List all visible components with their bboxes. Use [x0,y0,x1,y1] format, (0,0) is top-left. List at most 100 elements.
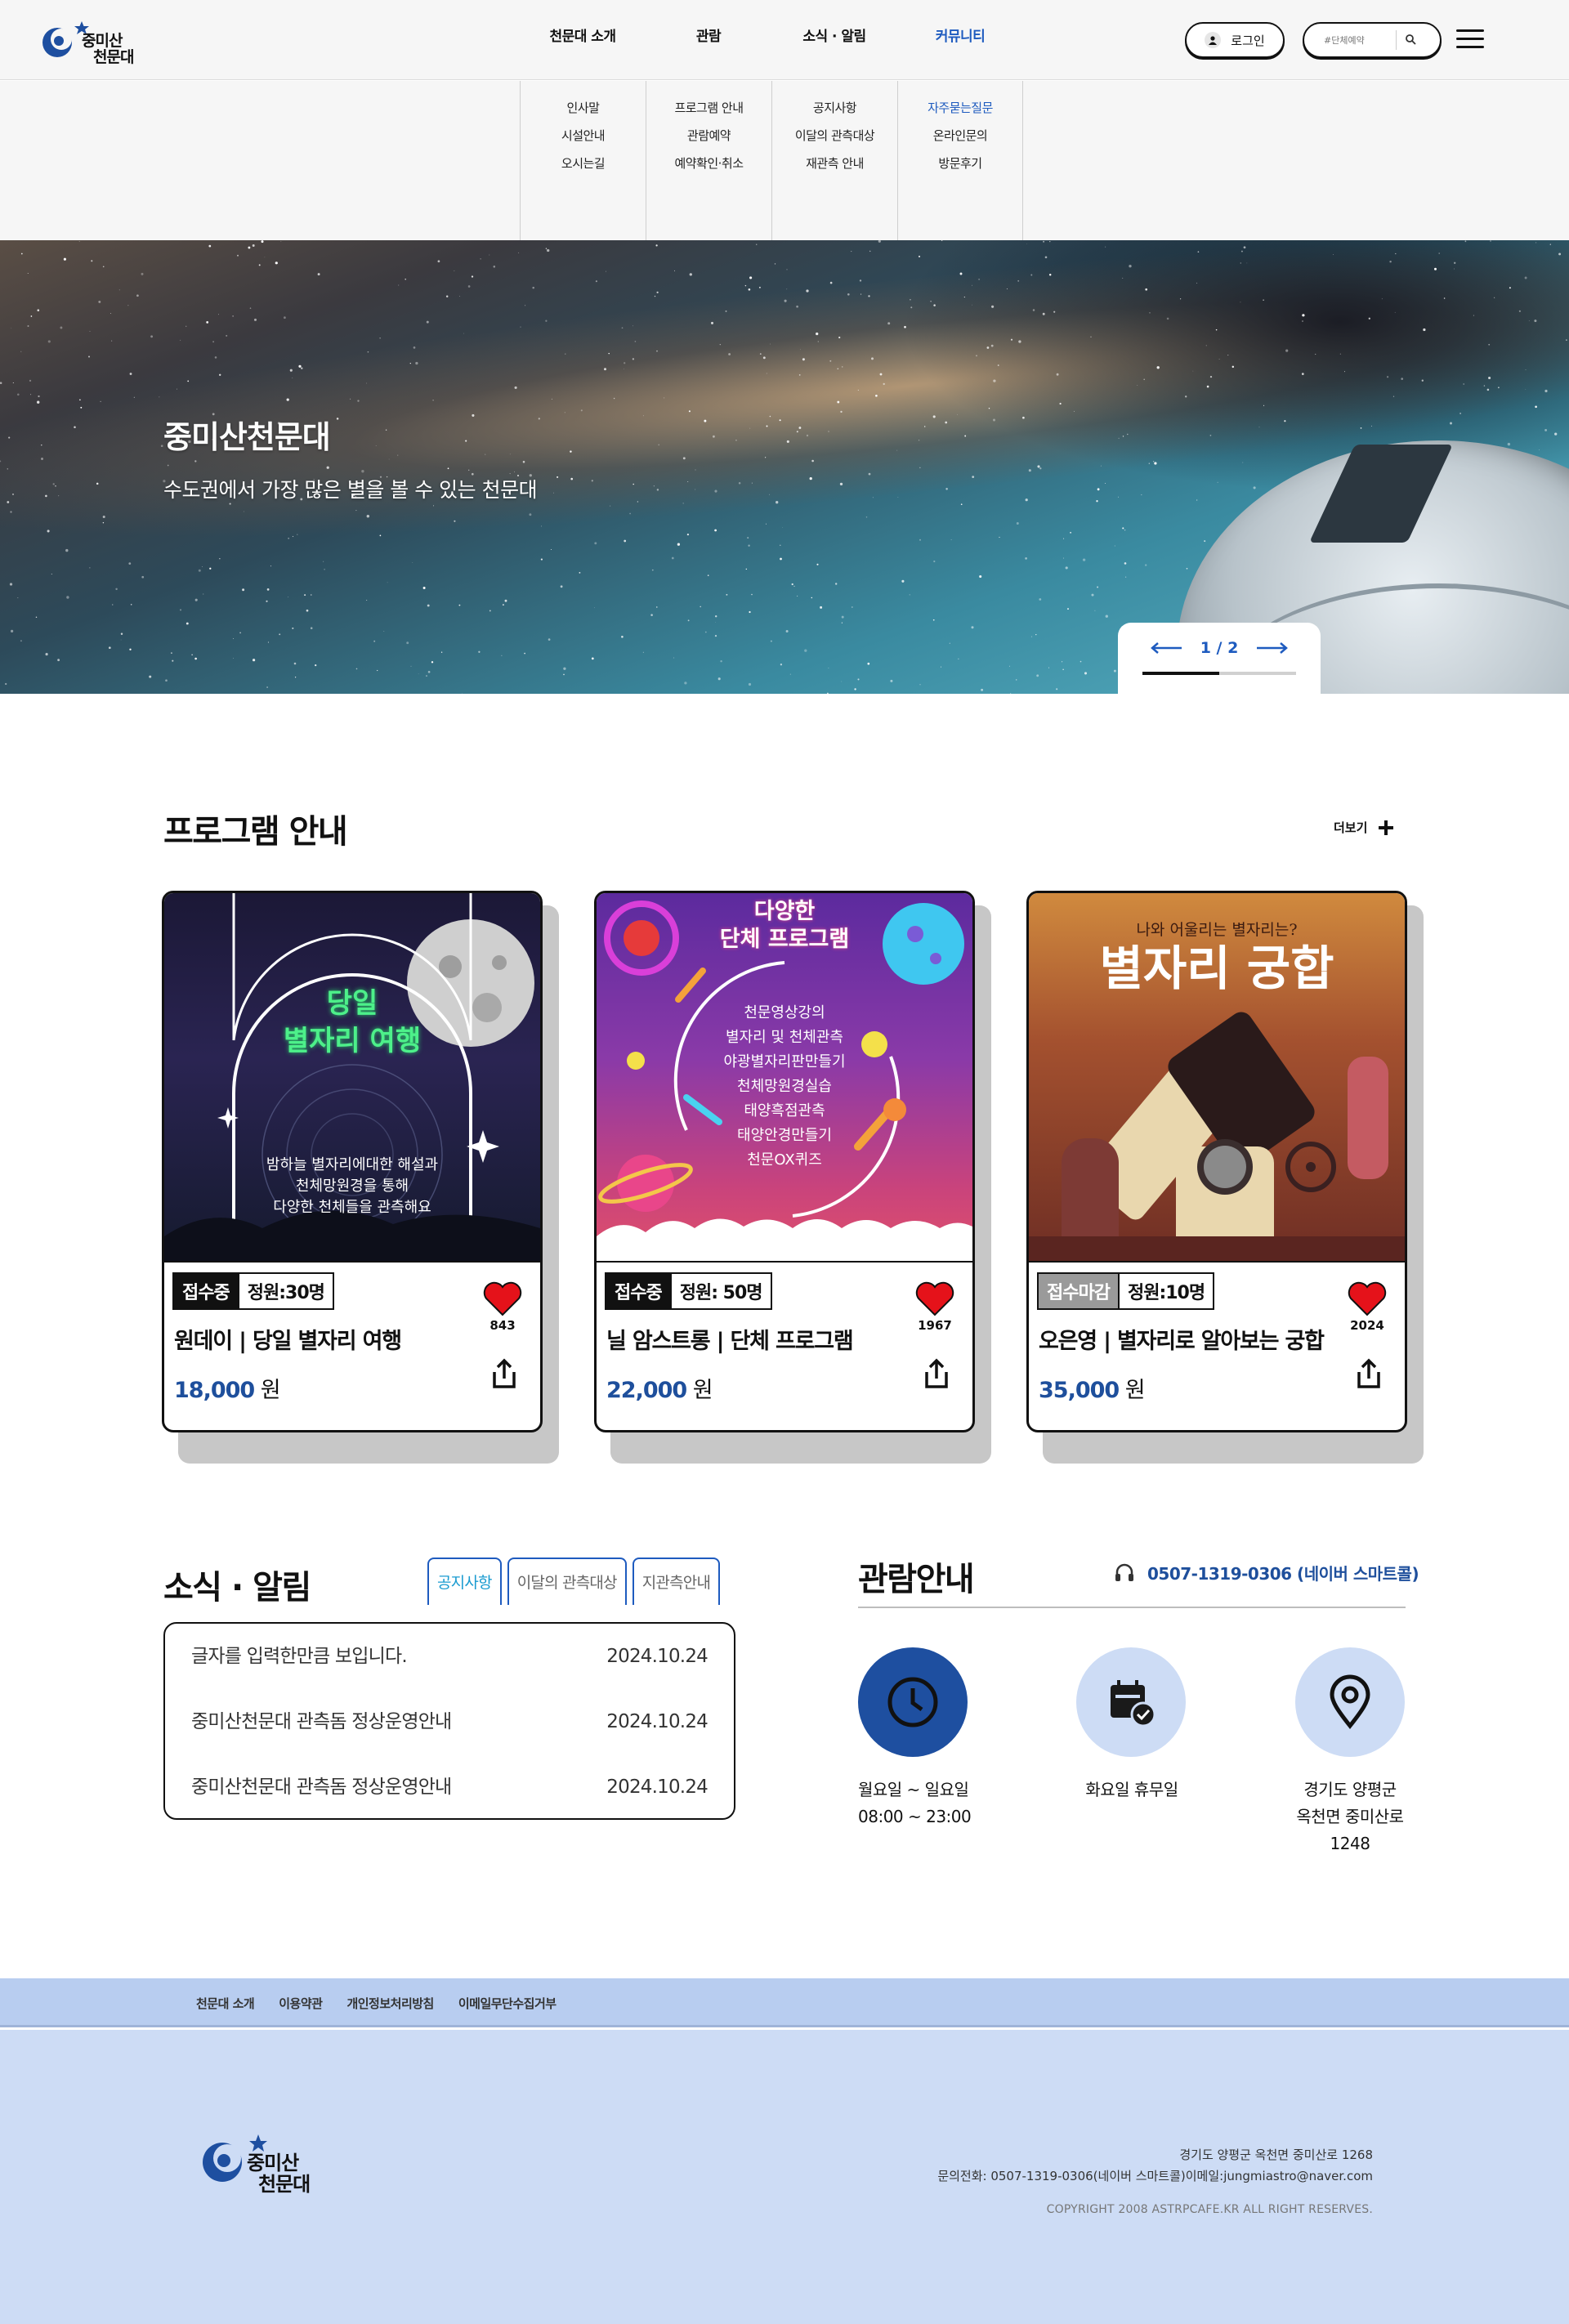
price-unit: 원 [260,1378,281,1403]
nav-visit[interactable]: 관람 [646,25,771,45]
mega-link-reobserve[interactable]: 재관측 안내 [772,150,897,177]
login-button[interactable]: 로그인 [1185,22,1285,58]
mega-link-notice[interactable]: 공지사항 [772,94,897,122]
arrow-right-icon[interactable] [1255,641,1288,655]
poster-title: 다양한 단체 프로그램 [597,898,972,954]
hero-title: 중미산천문대 [163,419,331,455]
mega-col-community: 자주묻는질문 온라인문의 방문후기 [897,81,1023,240]
slide-progress-fill [1142,672,1219,675]
mega-link-directions[interactable]: 오시는길 [521,150,646,177]
login-label: 로그인 [1231,33,1265,48]
share-icon[interactable] [1354,1357,1383,1390]
price-value: 35,000 [1039,1378,1120,1403]
footer-link-email-policy[interactable]: 이메일무단수집거부 [458,1995,557,2012]
calendar-check-icon [1111,1680,1156,1727]
heart-icon[interactable] [483,1280,522,1316]
footer-logo[interactable]: 중미산 천문대 [196,2128,335,2201]
phone-contact[interactable]: 0507-1319-0306 (네이버 스마트콜) [1113,1561,1419,1584]
poster-desc-line: 천문영상강의 [744,1004,825,1021]
mega-link-reserve-check[interactable]: 예약확인·취소 [646,150,771,177]
more-button[interactable]: 더보기 [1334,819,1394,836]
footer-link-privacy[interactable]: 개인정보처리방침 [346,1995,434,2012]
nav-community[interactable]: 커뮤니티 [897,25,1023,45]
card-badges: 접수중 정원:30명 [172,1272,334,1310]
slide-progress-bar [1142,672,1296,675]
news-item[interactable]: 중미산천문대 관측돔 정상운영안내 2024.10.24 [191,1769,709,1805]
poster-desc: 밤하늘 별자리에대한 해설과 천체망원경을 통해 다양한 천체들을 관측해요 [164,1155,540,1218]
footer-logo-wordmark: 중미산 천문대 [247,2152,311,2196]
card-badges: 접수중 정원: 50명 [605,1272,772,1310]
logo-line-2: 천문대 [93,48,134,66]
poster-title-line-2: 별자리 여행 [283,1025,422,1057]
news-item[interactable]: 중미산천문대 관측돔 정상운영안내 2024.10.24 [191,1704,709,1769]
poster-desc-line: 밤하늘 별자리에대한 해설과 [266,1156,439,1173]
mega-link-greeting[interactable]: 인사말 [521,94,646,122]
poster-desc-line: 태양안경만들기 [737,1127,832,1144]
footer-logo-line-2: 천문대 [258,2173,311,2196]
program-poster: 당일 별자리 여행 밤하늘 별자리에대한 해설과 천체망원경을 통해 다양한 천… [164,893,540,1261]
program-name: 닐 암스트롱 | 단체 프로그램 [606,1329,854,1354]
slider-control: 1 / 2 [1118,623,1321,694]
status-badge: 접수중 [606,1274,670,1308]
mega-link-inquiry[interactable]: 온라인문의 [898,122,1022,150]
heart-icon[interactable] [915,1280,954,1316]
program-price: 35,000 원 [1039,1372,1146,1404]
footer-link-about[interactable]: 천문대 소개 [196,1995,255,2012]
poster-desc-line: 별자리 및 천체관측 [726,1029,843,1046]
hero-subtitle: 수도권에서 가장 많은 별을 볼 수 있는 천문대 [163,478,538,502]
heart-icon[interactable] [1348,1280,1387,1316]
footer-nav: 천문대 소개 이용약관 개인정보처리방침 이메일무단수집거부 [0,1978,1569,2027]
hamburger-menu-icon[interactable] [1456,29,1484,49]
nav-news[interactable]: 소식 · 알림 [771,25,897,45]
program-card[interactable]: 다양한 단체 프로그램 천문영상강의 별자리 및 천체관측 야광별자리판만들기 … [594,891,975,1432]
poster-title: 당일 별자리 여행 [164,985,540,1060]
nav-about[interactable]: 천문대 소개 [520,25,646,45]
poster-title-line-1: 나와 어울리는 별자리는? [1136,921,1298,939]
poster-title-line-2: 별자리 궁합 [1099,941,1334,996]
program-name: 원데이 | 당일 별자리 여행 [174,1329,402,1354]
mega-link-reserve[interactable]: 관람예약 [646,122,771,150]
program-card[interactable]: 당일 별자리 여행 밤하늘 별자리에대한 해설과 천체망원경을 통해 다양한 천… [162,891,543,1432]
program-section-title: 프로그램 안내 [163,813,348,851]
poster-desc-line: 다양한 천체들을 관측해요 [273,1199,431,1216]
footer-contact: 문의전화: 0507-1319-0306(네이버 스마트콜)이메일:jungmi… [937,2169,1373,2183]
share-icon[interactable] [489,1357,519,1390]
news-date: 2024.10.24 [606,1711,709,1732]
news-title: 중미산천문대 관측돔 정상운영안내 [191,1711,452,1732]
arrow-left-icon[interactable] [1151,641,1183,655]
price-value: 22,000 [606,1378,687,1403]
mega-link-faq[interactable]: 자주묻는질문 [898,94,1022,122]
news-date: 2024.10.24 [606,1777,709,1798]
capacity-badge: 정원: 50명 [669,1274,771,1308]
search-icon[interactable] [1405,33,1416,48]
news-item[interactable]: 글자를 입력한만큼 보입니다. 2024.10.24 [191,1638,709,1704]
share-icon[interactable] [922,1357,951,1390]
news-list: 글자를 입력한만큼 보입니다. 2024.10.24 중미산천문대 관측돔 정상… [163,1622,735,1820]
hero-banner: 중미산천문대 수도권에서 가장 많은 별을 볼 수 있는 천문대 1 / 2 [0,240,1569,694]
mega-link-facility[interactable]: 시설안내 [521,122,646,150]
mega-link-review[interactable]: 방문후기 [898,150,1022,177]
tab-notice[interactable]: 공지사항 [427,1558,502,1605]
poster-desc: 천문영상강의 별자리 및 천체관측 야광별자리판만들기 천체망원경실습 태양흑점… [597,1001,972,1173]
mega-link-monthly-target[interactable]: 이달의 관측대상 [772,122,897,150]
tab-monthly-target[interactable]: 이달의 관측대상 [507,1558,627,1605]
poster-title: 나와 어울리는 별자리는? 별자리 궁합 [1029,918,1405,997]
hours-time: 08:00 ~ 23:00 [858,1807,972,1826]
poster-desc-line: 태양흑점관측 [744,1102,825,1120]
capacity-badge: 정원:10명 [1117,1274,1214,1308]
footer-link-terms[interactable]: 이용약관 [279,1995,323,2012]
status-badge: 접수마감 [1039,1274,1118,1308]
news-date: 2024.10.24 [606,1646,709,1667]
program-name: 오은영 | 별자리로 알아보는 궁합 [1039,1329,1325,1354]
price-unit: 원 [1124,1378,1146,1403]
tab-reobserve[interactable]: 지관측안내 [632,1558,721,1605]
program-card[interactable]: 나와 어울리는 별자리는? 별자리 궁합 접수마감 정원:10명 2024 오은… [1026,891,1407,1432]
news-section-title: 소식 · 알림 [163,1569,311,1607]
mega-link-program[interactable]: 프로그램 안내 [646,94,771,122]
card-body: 접수마감 정원:10명 2024 오은영 | 별자리로 알아보는 궁합 35,0… [1029,1261,1405,1430]
search-input[interactable] [1324,29,1396,51]
price-unit: 원 [692,1378,713,1403]
site-footer: 중미산 천문대 경기도 양평군 옥천면 중미산로 1268 문의전화: 0507… [0,2030,1569,2324]
mega-col-news: 공지사항 이달의 관측대상 재관측 안내 [771,81,897,240]
card-body: 접수중 정원: 50명 1967 닐 암스트롱 | 단체 프로그램 22,000… [597,1261,972,1430]
